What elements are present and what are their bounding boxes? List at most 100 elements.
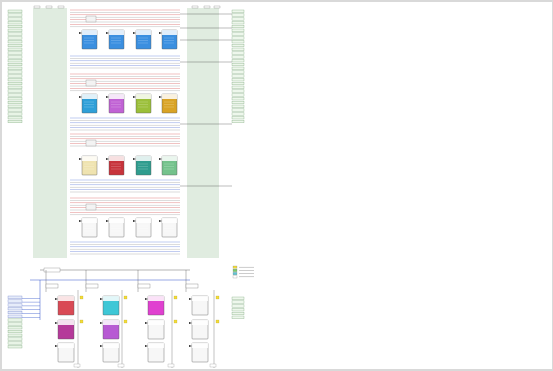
inport-terminal[interactable] [7, 120, 23, 123]
inport-terminal[interactable] [7, 330, 23, 333]
inport-terminal[interactable] [7, 93, 23, 97]
outport-terminal[interactable] [231, 104, 245, 108]
inport-terminal[interactable] [7, 326, 23, 330]
outport-terminal[interactable] [231, 78, 245, 82]
inport-terminal[interactable] [7, 97, 23, 101]
outport-terminal[interactable] [231, 101, 245, 104]
inport-terminal[interactable] [7, 66, 23, 70]
inport-terminal[interactable] [7, 25, 23, 28]
outport-terminal[interactable] [231, 21, 245, 25]
gain-marker[interactable] [215, 295, 220, 300]
outport-terminal[interactable] [231, 89, 245, 93]
bus-selector[interactable] [45, 5, 53, 9]
bus-creator[interactable] [43, 267, 61, 273]
inport-terminal[interactable] [7, 44, 23, 47]
outport-terminal[interactable] [231, 44, 245, 47]
bus-selector[interactable] [33, 5, 41, 9]
inport-terminal[interactable] [7, 47, 23, 51]
outport-terminal[interactable] [231, 85, 245, 89]
bus-selector[interactable] [137, 283, 151, 289]
inport-terminal[interactable] [7, 32, 23, 36]
inport-terminal[interactable] [7, 28, 23, 32]
inport-terminal[interactable] [7, 112, 23, 116]
inport-terminal[interactable] [7, 85, 23, 89]
subsystem-block-l1-2[interactable] [55, 319, 75, 340]
outport-terminal[interactable] [231, 120, 245, 123]
inport-terminal[interactable] [7, 82, 23, 85]
gain-marker[interactable] [173, 295, 178, 300]
subsystem-block-l2-3[interactable] [100, 342, 120, 363]
subsystem-block-l1-1[interactable] [55, 295, 75, 316]
bus-selector[interactable] [45, 283, 59, 289]
inport-terminal[interactable] [7, 337, 23, 341]
subsystem-block-l2-2[interactable] [100, 319, 120, 340]
inport-terminal[interactable] [7, 333, 23, 337]
gain-marker[interactable] [79, 295, 84, 300]
subsystem-block-l4-2[interactable] [189, 319, 209, 340]
bus-selector[interactable] [57, 5, 65, 9]
inport-terminal[interactable] [7, 51, 23, 55]
inport-terminal[interactable] [7, 59, 23, 63]
inport-terminal[interactable] [7, 108, 23, 112]
mux-block[interactable] [85, 15, 97, 23]
inport-terminal[interactable] [7, 36, 23, 40]
outport-terminal[interactable] [231, 9, 245, 13]
outport-terminal[interactable] [231, 93, 245, 97]
inport-terminal[interactable] [7, 307, 23, 311]
terminator-block[interactable] [167, 363, 175, 368]
outport-terminal[interactable] [231, 304, 245, 308]
inport-terminal[interactable] [7, 40, 23, 44]
subsystem-block-l4-1[interactable] [189, 295, 209, 316]
inport-terminal[interactable] [7, 21, 23, 25]
bus-selector[interactable] [185, 283, 199, 289]
bus-selector[interactable] [85, 283, 99, 289]
outport-terminal[interactable] [231, 40, 245, 44]
inport-terminal[interactable] [7, 63, 23, 66]
gain-marker[interactable] [215, 319, 220, 324]
terminator-block[interactable] [73, 363, 81, 368]
outport-terminal[interactable] [231, 315, 245, 319]
outport-terminal[interactable] [231, 63, 245, 66]
inport-terminal[interactable] [7, 78, 23, 82]
outport-terminal[interactable] [231, 74, 245, 78]
inport-terminal[interactable] [7, 101, 23, 104]
outport-terminal[interactable] [231, 308, 245, 312]
outport-terminal[interactable] [231, 112, 245, 116]
inport-terminal[interactable] [7, 89, 23, 93]
inport-terminal[interactable] [7, 295, 23, 299]
gain-marker[interactable] [173, 319, 178, 324]
inport-terminal[interactable] [7, 70, 23, 74]
mux-block[interactable] [85, 203, 97, 211]
inport-terminal[interactable] [7, 314, 23, 318]
inport-terminal[interactable] [7, 116, 23, 120]
mux-block[interactable] [85, 79, 97, 87]
inport-terminal[interactable] [7, 318, 23, 322]
outport-terminal[interactable] [231, 59, 245, 63]
outport-terminal[interactable] [231, 32, 245, 36]
outport-terminal[interactable] [231, 70, 245, 74]
inport-terminal[interactable] [7, 311, 23, 314]
subsystem-block-l3-1[interactable] [145, 295, 165, 316]
outport-terminal[interactable] [231, 28, 245, 32]
outport-terminal[interactable] [231, 312, 245, 315]
bus-selector[interactable] [191, 5, 199, 9]
inport-terminal[interactable] [7, 9, 23, 13]
outport-terminal[interactable] [231, 116, 245, 120]
inport-terminal[interactable] [7, 299, 23, 303]
subsystem-block-l2-1[interactable] [100, 295, 120, 316]
outport-terminal[interactable] [231, 47, 245, 51]
outport-terminal[interactable] [231, 66, 245, 70]
inport-terminal[interactable] [7, 17, 23, 21]
gain-marker[interactable] [123, 295, 128, 300]
terminator-block[interactable] [117, 363, 125, 368]
inport-terminal[interactable] [7, 13, 23, 17]
subsystem-block-l1-3[interactable] [55, 342, 75, 363]
outport-terminal[interactable] [231, 108, 245, 112]
gain-marker[interactable] [123, 319, 128, 324]
inport-terminal[interactable] [7, 74, 23, 78]
outport-terminal[interactable] [231, 55, 245, 59]
mux-block[interactable] [85, 139, 97, 147]
inport-terminal[interactable] [7, 104, 23, 108]
inport-terminal[interactable] [7, 322, 23, 326]
outport-terminal[interactable] [231, 300, 245, 304]
